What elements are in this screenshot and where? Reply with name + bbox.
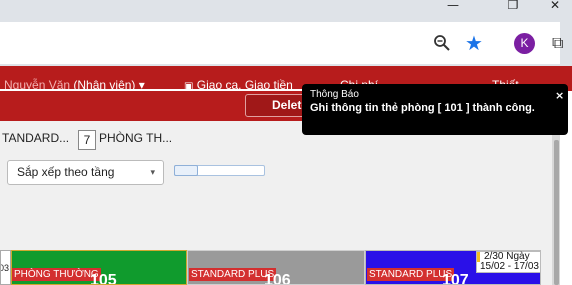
room-number: 107 — [442, 272, 469, 285]
slider-handle[interactable] — [174, 165, 198, 176]
room-type-badge: PHÒNG THƯỜNG — [12, 268, 101, 281]
filter-standard[interactable]: TANDARD... — [2, 131, 69, 145]
toast-title: Thông Báo — [310, 89, 359, 100]
close-window-button[interactable]: ✕ — [538, 0, 572, 14]
notification-toast: Thông Báo Ghi thông tin thẻ phòng [ 101 … — [302, 84, 568, 135]
room-number: 03 — [0, 263, 10, 273]
room-card[interactable]: STANDARD PLUS 107 2/30 Ngày 15/02 - 17/0… — [365, 250, 541, 285]
close-icon[interactable]: × — [555, 89, 564, 102]
room-card[interactable]: 03 — [0, 250, 11, 285]
toast-message: Ghi thông tin thẻ phòng [ 101 ] thành cô… — [310, 102, 535, 114]
stay-info: 2/30 Ngày 15/02 - 17/03 — [476, 251, 540, 273]
room-number: 105 — [90, 272, 117, 285]
filter-phong-thuong[interactable]: PHÒNG TH... — [99, 131, 172, 145]
chevron-down-icon: ▾ — [150, 167, 155, 177]
sort-select[interactable]: Sắp xếp theo tầng ▾ — [7, 160, 164, 185]
room-number: 106 — [264, 272, 291, 285]
room-card[interactable]: PHÒNG THƯỜNG 105 — [11, 250, 187, 285]
room-card[interactable]: STANDARD PLUS 106 — [187, 250, 365, 285]
stay-marker — [477, 252, 480, 262]
sort-selected-value: Sắp xếp theo tầng — [17, 165, 115, 179]
zoom-icon[interactable] — [433, 34, 451, 52]
minimize-button[interactable]: — — [436, 0, 470, 14]
extensions-icon[interactable]: ⧉ — [552, 34, 566, 52]
zoom-slider[interactable] — [174, 165, 265, 176]
scrollbar-thumb[interactable] — [554, 140, 559, 285]
restore-button[interactable]: ❐ — [496, 0, 530, 14]
bookmark-star-icon[interactable]: ★ — [463, 32, 485, 54]
profile-avatar[interactable]: K — [514, 33, 535, 54]
room-type-count: 7 — [78, 130, 96, 150]
stay-dates: 15/02 - 17/03 — [480, 261, 539, 272]
